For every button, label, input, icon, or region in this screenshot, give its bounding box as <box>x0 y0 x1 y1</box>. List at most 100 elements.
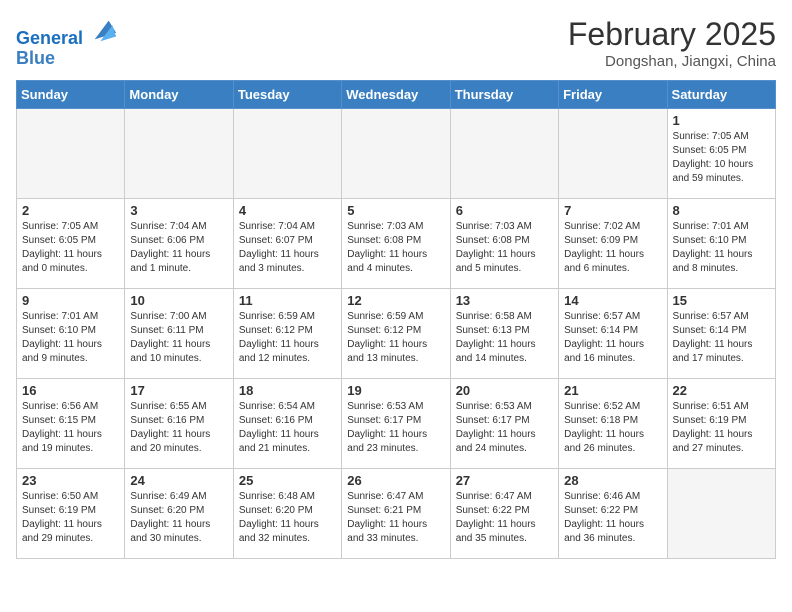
calendar-day: 10Sunrise: 7:00 AM Sunset: 6:11 PM Dayli… <box>125 289 233 379</box>
calendar-day: 5 Sunrise: 7:03 AM Sunset: 6:08 PM Daylig… <box>342 199 450 289</box>
day-info: Sunrise: 6:56 AM Sunset: 6:15 PM Dayligh… <box>22 400 119 456</box>
day-info: Sunrise: 6:55 AM Sunset: 6:16 PM Dayligh… <box>130 400 227 456</box>
day-number: 12 <box>347 293 444 308</box>
weekday-header-friday: Friday <box>559 81 667 109</box>
day-info: Sunrise: 6:47 AM Sunset: 6:21 PM Dayligh… <box>347 490 444 546</box>
weekday-header-row: SundayMondayTuesdayWednesdayThursdayFrid… <box>17 81 776 109</box>
calendar-day: 21Sunrise: 6:52 AM Sunset: 6:18 PM Dayli… <box>559 379 667 469</box>
day-number: 19 <box>347 383 444 398</box>
month-title: February 2025 <box>568 16 776 53</box>
calendar-day: 22Sunrise: 6:51 AM Sunset: 6:19 PM Dayli… <box>667 379 775 469</box>
calendar-table: SundayMondayTuesdayWednesdayThursdayFrid… <box>16 80 776 559</box>
calendar-day: 25 Sunrise: 6:48 AM Sunset: 6:20 PM Dayli… <box>233 469 341 559</box>
day-number: 25 <box>239 473 336 488</box>
weekday-header-thursday: Thursday <box>450 81 558 109</box>
day-info: Sunrise: 6:53 AM Sunset: 6:17 PM Dayligh… <box>456 400 553 456</box>
location-subtitle: Dongshan, Jiangxi, China <box>568 53 776 70</box>
calendar-day: 1 Sunrise: 7:05 AM Sunset: 6:05 PM Daylig… <box>667 109 775 199</box>
day-number: 5 <box>347 203 444 218</box>
calendar-day: 14Sunrise: 6:57 AM Sunset: 6:14 PM Dayli… <box>559 289 667 379</box>
calendar-week-5: 23Sunrise: 6:50 AM Sunset: 6:19 PM Dayli… <box>17 469 776 559</box>
day-number: 2 <box>22 203 119 218</box>
calendar-day: 7 Sunrise: 7:02 AM Sunset: 6:09 PM Daylig… <box>559 199 667 289</box>
calendar-week-1: 1 Sunrise: 7:05 AM Sunset: 6:05 PM Daylig… <box>17 109 776 199</box>
day-number: 26 <box>347 473 444 488</box>
weekday-header-monday: Monday <box>125 81 233 109</box>
day-info: Sunrise: 7:05 AM Sunset: 6:05 PM Dayligh… <box>673 130 770 186</box>
day-number: 13 <box>456 293 553 308</box>
day-number: 10 <box>130 293 227 308</box>
day-number: 7 <box>564 203 661 218</box>
day-number: 28 <box>564 473 661 488</box>
calendar-day <box>559 109 667 199</box>
calendar-day <box>17 109 125 199</box>
day-number: 1 <box>673 113 770 128</box>
weekday-header-sunday: Sunday <box>17 81 125 109</box>
calendar-day <box>233 109 341 199</box>
calendar-day: 8Sunrise: 7:01 AM Sunset: 6:10 PM Daylig… <box>667 199 775 289</box>
day-number: 20 <box>456 383 553 398</box>
day-info: Sunrise: 7:05 AM Sunset: 6:05 PM Dayligh… <box>22 220 119 276</box>
day-info: Sunrise: 6:48 AM Sunset: 6:20 PM Dayligh… <box>239 490 336 546</box>
calendar-day: 24Sunrise: 6:49 AM Sunset: 6:20 PM Dayli… <box>125 469 233 559</box>
day-number: 24 <box>130 473 227 488</box>
calendar-day <box>125 109 233 199</box>
calendar-day: 6 Sunrise: 7:03 AM Sunset: 6:08 PM Daylig… <box>450 199 558 289</box>
calendar-day <box>667 469 775 559</box>
day-number: 6 <box>456 203 553 218</box>
day-number: 11 <box>239 293 336 308</box>
day-number: 16 <box>22 383 119 398</box>
logo: General Blue <box>16 16 118 69</box>
day-info: Sunrise: 6:57 AM Sunset: 6:14 PM Dayligh… <box>564 310 661 366</box>
day-info: Sunrise: 6:58 AM Sunset: 6:13 PM Dayligh… <box>456 310 553 366</box>
day-info: Sunrise: 7:04 AM Sunset: 6:07 PM Dayligh… <box>239 220 336 276</box>
day-info: Sunrise: 7:01 AM Sunset: 6:10 PM Dayligh… <box>673 220 770 276</box>
calendar-day: 13 Sunrise: 6:58 AM Sunset: 6:13 PM Dayli… <box>450 289 558 379</box>
day-info: Sunrise: 6:53 AM Sunset: 6:17 PM Dayligh… <box>347 400 444 456</box>
day-info: Sunrise: 7:03 AM Sunset: 6:08 PM Dayligh… <box>347 220 444 276</box>
day-info: Sunrise: 7:02 AM Sunset: 6:09 PM Dayligh… <box>564 220 661 276</box>
calendar-day: 9 Sunrise: 7:01 AM Sunset: 6:10 PM Daylig… <box>17 289 125 379</box>
weekday-header-tuesday: Tuesday <box>233 81 341 109</box>
logo-blue: Blue <box>16 48 55 68</box>
calendar-day: 4 Sunrise: 7:04 AM Sunset: 6:07 PM Daylig… <box>233 199 341 289</box>
calendar-day: 18 Sunrise: 6:54 AM Sunset: 6:16 PM Dayli… <box>233 379 341 469</box>
day-info: Sunrise: 6:47 AM Sunset: 6:22 PM Dayligh… <box>456 490 553 546</box>
day-number: 4 <box>239 203 336 218</box>
day-info: Sunrise: 6:54 AM Sunset: 6:16 PM Dayligh… <box>239 400 336 456</box>
day-number: 27 <box>456 473 553 488</box>
calendar-day: 17 Sunrise: 6:55 AM Sunset: 6:16 PM Dayli… <box>125 379 233 469</box>
calendar-week-4: 16 Sunrise: 6:56 AM Sunset: 6:15 PM Dayli… <box>17 379 776 469</box>
day-number: 18 <box>239 383 336 398</box>
day-info: Sunrise: 6:52 AM Sunset: 6:18 PM Dayligh… <box>564 400 661 456</box>
calendar-day: 20 Sunrise: 6:53 AM Sunset: 6:17 PM Dayli… <box>450 379 558 469</box>
calendar-day: 15Sunrise: 6:57 AM Sunset: 6:14 PM Dayli… <box>667 289 775 379</box>
title-area: February 2025 Dongshan, Jiangxi, China <box>568 16 776 70</box>
day-info: Sunrise: 6:59 AM Sunset: 6:12 PM Dayligh… <box>347 310 444 366</box>
logo-icon <box>90 16 118 44</box>
day-info: Sunrise: 6:51 AM Sunset: 6:19 PM Dayligh… <box>673 400 770 456</box>
calendar-day: 12 Sunrise: 6:59 AM Sunset: 6:12 PM Dayli… <box>342 289 450 379</box>
day-number: 15 <box>673 293 770 308</box>
calendar-day: 27 Sunrise: 6:47 AM Sunset: 6:22 PM Dayli… <box>450 469 558 559</box>
day-info: Sunrise: 7:03 AM Sunset: 6:08 PM Dayligh… <box>456 220 553 276</box>
calendar-day <box>450 109 558 199</box>
calendar-day: 23Sunrise: 6:50 AM Sunset: 6:19 PM Dayli… <box>17 469 125 559</box>
calendar-week-2: 2 Sunrise: 7:05 AM Sunset: 6:05 PM Daylig… <box>17 199 776 289</box>
day-number: 9 <box>22 293 119 308</box>
calendar-day <box>342 109 450 199</box>
day-number: 17 <box>130 383 227 398</box>
calendar-day: 19 Sunrise: 6:53 AM Sunset: 6:17 PM Dayli… <box>342 379 450 469</box>
logo-general: General <box>16 28 83 48</box>
calendar-week-3: 9 Sunrise: 7:01 AM Sunset: 6:10 PM Daylig… <box>17 289 776 379</box>
day-info: Sunrise: 7:01 AM Sunset: 6:10 PM Dayligh… <box>22 310 119 366</box>
day-info: Sunrise: 6:59 AM Sunset: 6:12 PM Dayligh… <box>239 310 336 366</box>
weekday-header-saturday: Saturday <box>667 81 775 109</box>
weekday-header-wednesday: Wednesday <box>342 81 450 109</box>
calendar-day: 26 Sunrise: 6:47 AM Sunset: 6:21 PM Dayli… <box>342 469 450 559</box>
calendar-day: 28 Sunrise: 6:46 AM Sunset: 6:22 PM Dayli… <box>559 469 667 559</box>
calendar-day: 16 Sunrise: 6:56 AM Sunset: 6:15 PM Dayli… <box>17 379 125 469</box>
day-info: Sunrise: 6:46 AM Sunset: 6:22 PM Dayligh… <box>564 490 661 546</box>
calendar-day: 11 Sunrise: 6:59 AM Sunset: 6:12 PM Dayli… <box>233 289 341 379</box>
calendar-day: 2 Sunrise: 7:05 AM Sunset: 6:05 PM Daylig… <box>17 199 125 289</box>
